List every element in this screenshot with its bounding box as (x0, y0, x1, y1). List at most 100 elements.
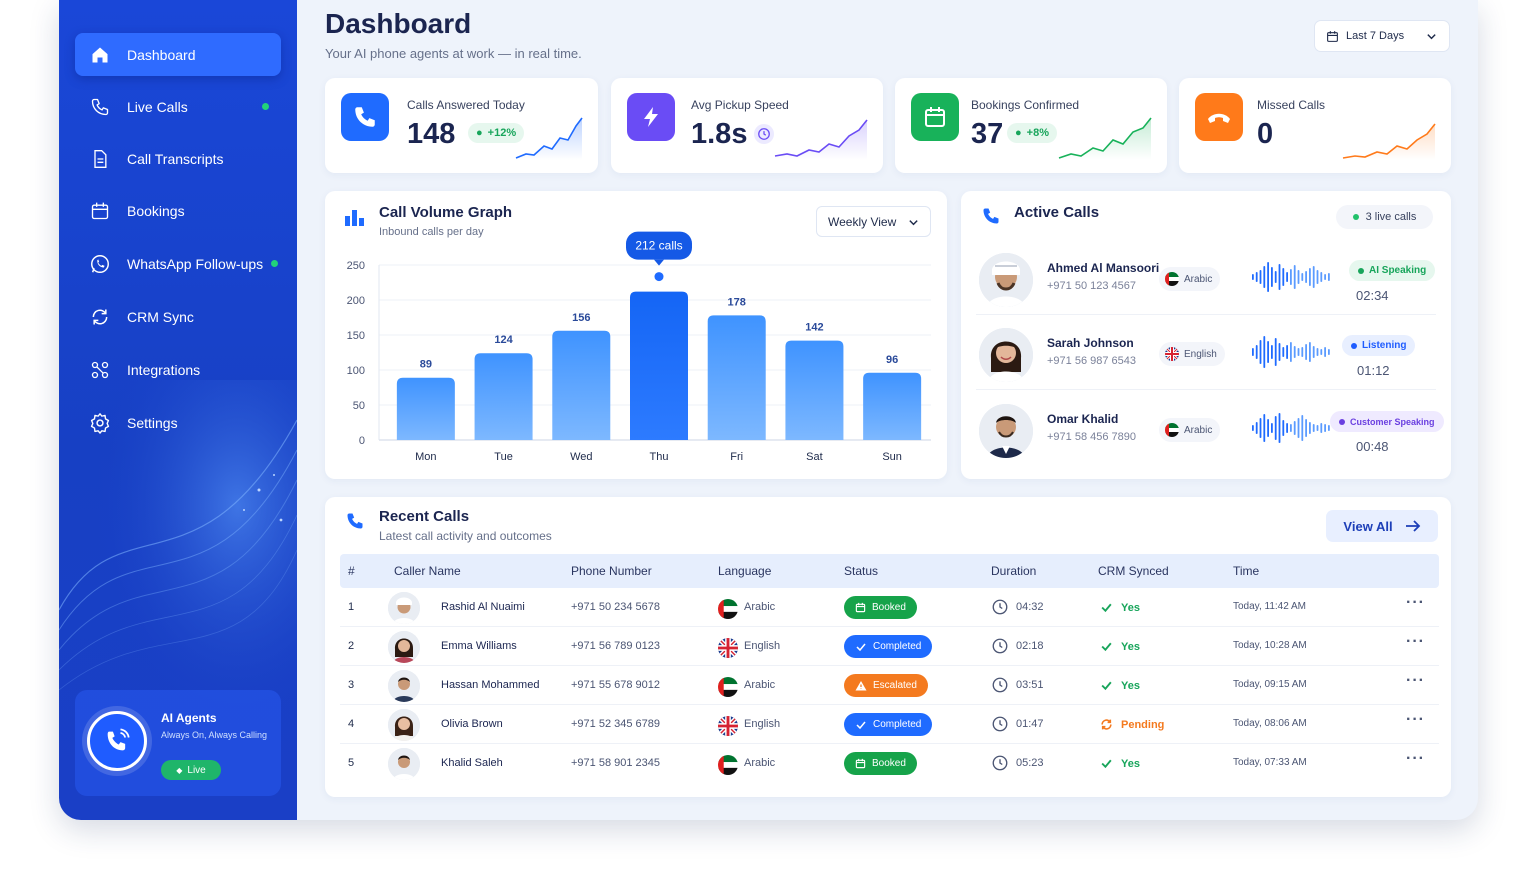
more-options-icon[interactable]: ··· (1406, 594, 1425, 612)
x-tick-label: Sun (882, 451, 902, 463)
active-call-row[interactable]: Sarah Johnson +971 56 987 6543 English L… (976, 318, 1436, 390)
view-all-button[interactable]: View All (1326, 510, 1438, 542)
table-row[interactable]: 4 Olivia Brown +971 52 345 6789 English Comp… (340, 705, 1439, 744)
waveform-bar (1263, 266, 1266, 288)
tooltip-label: 212 calls (635, 239, 682, 253)
active-call-row[interactable]: Omar Khalid +971 58 456 7890 Arabic Cust… (976, 394, 1444, 466)
waveform-bar (1282, 268, 1285, 286)
call-duration: 05:23 (1016, 757, 1044, 769)
table-row[interactable]: 5 Khalid Saleh +971 58 901 2345 Arabic Booke… (340, 744, 1439, 783)
sidebar-item-label: CRM Sync (127, 308, 194, 325)
waveform-bar (1271, 345, 1273, 359)
sidebar-item-live-calls[interactable]: Live Calls (75, 85, 281, 128)
phone-icon (341, 93, 389, 141)
call-status-badge: Customer Speaking (1330, 411, 1444, 432)
warning-icon (855, 680, 867, 690)
sparkline (1058, 117, 1152, 160)
column-header: Status (844, 564, 879, 578)
waveform-bar (1312, 266, 1315, 288)
sidebar-item-label: WhatsApp Follow-ups (127, 255, 264, 272)
bar (863, 372, 922, 440)
uae-flag-icon (718, 755, 738, 775)
table-row[interactable]: 3 Hassan Mohammed +971 55 678 9012 Arabic Es… (340, 666, 1439, 705)
call-time: Today, 07:33 AM (1233, 757, 1307, 768)
table-row[interactable]: 1 Rashid Al Nuaimi +971 50 234 5678 Arabic B… (340, 588, 1439, 627)
check-icon (1101, 603, 1112, 613)
sidebar-item-dashboard[interactable]: Dashboard (75, 33, 281, 76)
waveform-bar (1278, 343, 1281, 361)
stat-card-bookings-confirmed: Bookings Confirmed 37 ● +8% (895, 78, 1167, 173)
gear-icon (89, 412, 111, 434)
call-volume-chart: 0 50 100 150 200 250 Mon 89 Tue 124 Wed 156 Thu 212 c… (347, 231, 931, 463)
audio-waveform (1252, 336, 1330, 368)
table-row[interactable]: 2 Emma Williams +971 56 789 0123 English Com… (340, 627, 1439, 666)
sidebar-item-settings[interactable]: Settings (75, 401, 281, 444)
calendar-icon (855, 602, 866, 613)
date-range-select[interactable]: Last 7 Days (1314, 20, 1450, 52)
uk-flag-icon (718, 638, 738, 658)
language-flag (718, 638, 738, 661)
sparkline (774, 119, 868, 160)
waveform-bar (1293, 265, 1296, 289)
status-badge: Escalated (844, 674, 928, 697)
active-call-row[interactable]: Ahmed Al Mansoori +971 50 123 4567 Arabi… (976, 243, 1436, 315)
crm-status-label: Pending (1121, 718, 1165, 731)
status-dot-icon (1339, 418, 1345, 425)
crm-status-label: Yes (1121, 757, 1140, 770)
avatar (388, 592, 420, 624)
waveform-bar (1301, 415, 1304, 441)
row-number: 2 (348, 640, 355, 652)
phone-number: +971 55 678 9012 (571, 679, 661, 691)
sidebar-item-bookings[interactable]: Bookings (75, 189, 281, 232)
language-label: English (744, 718, 781, 730)
call-duration: 04:32 (1016, 601, 1044, 613)
language-flag (718, 755, 738, 778)
stat-card-missed-calls: Missed Calls 0 (1179, 78, 1451, 173)
x-tick-label: Fri (730, 451, 743, 463)
sidebar-item-integrations[interactable]: Integrations (75, 348, 281, 391)
live-indicator (262, 103, 269, 110)
sidebar-item-label: Dashboard (127, 46, 196, 63)
status-label: Completed (873, 719, 922, 730)
column-header: Phone Number (571, 564, 652, 578)
phone-number: +971 58 901 2345 (571, 757, 661, 769)
waveform-bar (1263, 336, 1266, 368)
waveform-bar (1320, 423, 1323, 433)
agent-card-subtitle: Always On, Always Calling (161, 730, 268, 740)
more-options-icon[interactable]: ··· (1406, 711, 1425, 729)
column-header: Duration (991, 564, 1037, 578)
sidebar-item-call-transcripts[interactable]: Call Transcripts (75, 137, 281, 180)
x-tick-label: Sat (806, 451, 823, 463)
call-status-badge: AI Speaking (1349, 260, 1436, 281)
uae-flag-icon (718, 677, 738, 697)
waveform-bar (1293, 421, 1296, 435)
stat-value: 0 (1257, 118, 1274, 150)
more-options-icon[interactable]: ··· (1406, 633, 1425, 651)
waveform-bar (1297, 418, 1300, 438)
waveform-bar (1286, 272, 1288, 282)
waveform-bar (1316, 425, 1319, 431)
sidebar-item-whatsapp-follow-ups[interactable]: WhatsApp Follow-ups (75, 242, 281, 285)
row-number: 3 (348, 679, 355, 691)
status-badge: Completed (844, 713, 933, 736)
page-title: Dashboard (325, 8, 472, 39)
more-options-icon[interactable]: ··· (1406, 672, 1425, 690)
sidebar-item-crm-sync[interactable]: CRM Sync (75, 295, 281, 338)
more-options-icon[interactable]: ··· (1406, 750, 1425, 768)
stat-card-pickup-speed: Avg Pickup Speed 1.8s (611, 78, 883, 173)
waveform-bar (1286, 345, 1288, 359)
clock-icon (991, 637, 1009, 658)
waveform-bar (1293, 346, 1296, 358)
row-number: 5 (348, 757, 355, 769)
waveform-bar (1297, 270, 1300, 284)
waveform-bar (1309, 268, 1311, 286)
waveform-bar (1286, 423, 1288, 433)
waveform-bar (1259, 340, 1262, 364)
call-duration: 01:47 (1016, 718, 1044, 730)
caller-name: Sarah Johnson (1047, 336, 1134, 350)
row-number: 4 (348, 718, 355, 730)
language-label: Arabic (744, 757, 776, 769)
crm-status-label: Yes (1121, 640, 1140, 653)
sidebar-item-label: Settings (127, 414, 178, 431)
y-tick-label: 100 (347, 365, 365, 377)
